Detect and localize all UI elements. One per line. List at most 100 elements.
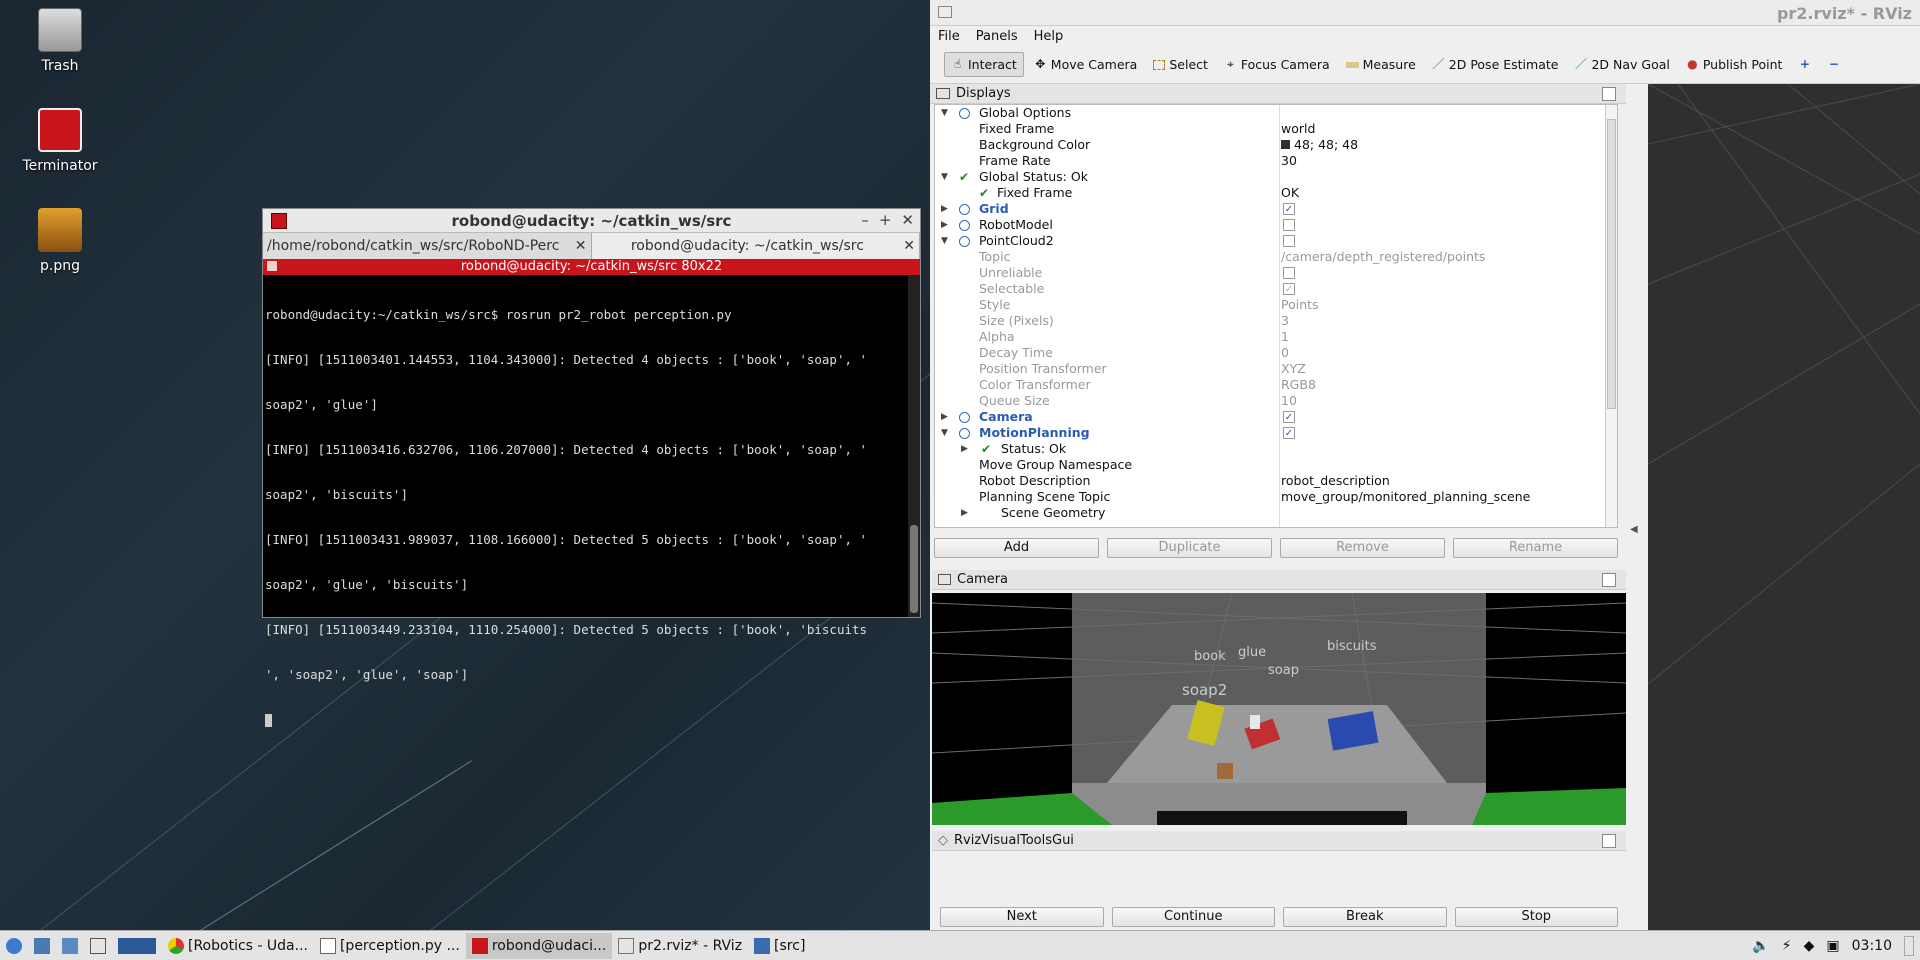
display-tree-row[interactable]: Move Group Namespace <box>935 457 1617 473</box>
display-tree-row[interactable]: ✔ Fixed Frame OK <box>935 185 1617 201</box>
property-value[interactable]: world <box>1281 121 1315 137</box>
add-button[interactable]: Add <box>934 538 1099 558</box>
property-value[interactable]: 10 <box>1281 393 1297 409</box>
display-tree-row[interactable]: Background Color 48; 48; 48 <box>935 137 1617 153</box>
pose-estimate-tool-button[interactable]: ／ 2D Pose Estimate <box>1426 53 1565 76</box>
collapsed-arrow-icon[interactable]: ▶ <box>941 217 948 233</box>
menu-panels[interactable]: Panels <box>976 29 1018 44</box>
launcher-window[interactable] <box>84 933 112 959</box>
clock[interactable]: 03:10 <box>1846 933 1898 959</box>
panel-splitter[interactable]: ◀ <box>1626 84 1648 930</box>
taskbar-item-editor[interactable]: [perception.py ... <box>314 933 466 959</box>
duplicate-button[interactable]: Duplicate <box>1107 538 1272 558</box>
close-icon[interactable]: ✕ <box>901 211 914 229</box>
enable-checkbox[interactable] <box>1283 219 1295 231</box>
display-tree-row[interactable]: Alpha 1 <box>935 329 1617 345</box>
display-tree-row[interactable]: Size (Pixels) 3 <box>935 313 1617 329</box>
display-tree-row[interactable]: Topic/camera/depth_registered/points <box>935 249 1617 265</box>
display-tree-row[interactable]: ▶ ✔ Status: Ok <box>935 441 1617 457</box>
collapsed-arrow-icon[interactable]: ▶ <box>941 409 948 425</box>
stop-button[interactable]: Stop <box>1454 907 1618 927</box>
collapsed-arrow-icon[interactable]: ▶ <box>961 505 968 521</box>
display-tree-row[interactable]: Color Transformer RGB8 <box>935 377 1617 393</box>
property-value[interactable]: robot_description <box>1281 473 1390 489</box>
break-button[interactable]: Break <box>1283 907 1447 927</box>
nav-goal-tool-button[interactable]: ／ 2D Nav Goal <box>1568 53 1675 76</box>
focus-camera-tool-button[interactable]: ⌖ Focus Camera <box>1218 53 1336 76</box>
select-tool-button[interactable]: Select <box>1147 53 1214 76</box>
display-tree-row[interactable]: ▶ Scene Geometry <box>935 505 1617 521</box>
collapsed-arrow-icon[interactable]: ▶ <box>961 441 968 457</box>
terminal-tab-2[interactable]: robond@udacity: ~/catkin_ws/src ✕ <box>591 233 920 259</box>
display-tree-row[interactable]: Decay Time 0 <box>935 345 1617 361</box>
undock-box[interactable] <box>1602 87 1616 101</box>
taskbar-item-rviz[interactable]: pr2.rviz* - RViz <box>612 933 748 959</box>
undock-box[interactable] <box>1602 834 1616 848</box>
close-tab-icon[interactable]: ✕ <box>903 238 915 254</box>
display-tree-row[interactable]: Robot Description robot_description <box>935 473 1617 489</box>
tray-power[interactable]: ⚡ <box>1776 933 1798 959</box>
next-button[interactable]: Next <box>940 907 1104 927</box>
tray-display[interactable]: ▣ <box>1820 933 1845 959</box>
display-tree-row[interactable]: ▶ Grid ✓ <box>935 201 1617 217</box>
publish-point-tool-button[interactable]: ● Publish Point <box>1680 53 1789 76</box>
property-value[interactable]: RGB8 <box>1281 377 1316 393</box>
3d-render-view[interactable] <box>1648 84 1920 930</box>
enable-checkbox[interactable] <box>1283 267 1295 279</box>
enable-checkbox[interactable]: ✓ <box>1283 411 1295 423</box>
display-tree-row[interactable]: ▼ PointCloud2 <box>935 233 1617 249</box>
remove-tool-button[interactable]: − <box>1821 54 1846 75</box>
remove-button[interactable]: Remove <box>1280 538 1445 558</box>
display-tree-row[interactable]: Planning Scene Topic move_group/monitored… <box>935 489 1617 505</box>
property-value[interactable]: Points <box>1281 297 1319 313</box>
display-tree-row[interactable]: ▶ RobotModel <box>935 217 1617 233</box>
display-tree-row[interactable]: Unreliable <box>935 265 1617 281</box>
enable-checkbox[interactable]: ✓ <box>1283 427 1295 439</box>
tray-network[interactable]: ◆ <box>1798 933 1821 959</box>
property-value[interactable]: move_group/monitored_planning_scene <box>1281 489 1530 505</box>
enable-checkbox[interactable] <box>1283 235 1295 247</box>
terminal-titlebar[interactable]: robond@udacity: ~/catkin_ws/src – + ✕ <box>263 209 920 233</box>
terminal-tab-1[interactable]: /home/robond/catkin_ws/src/RoboND-Perc ✕ <box>263 233 592 259</box>
property-value[interactable]: XYZ <box>1281 361 1306 377</box>
property-value[interactable]: 1 <box>1281 329 1289 345</box>
display-tree-row[interactable]: Fixed Frame world <box>935 121 1617 137</box>
display-tree-row[interactable]: Style Points <box>935 297 1617 313</box>
rename-button[interactable]: Rename <box>1453 538 1618 558</box>
undock-box[interactable] <box>1602 573 1616 587</box>
move-camera-tool-button[interactable]: ✥ Move Camera <box>1028 53 1144 76</box>
expanded-arrow-icon[interactable]: ▼ <box>941 105 948 121</box>
display-tree-row[interactable]: ▼ ✔ Global Status: Ok <box>935 169 1617 185</box>
expanded-arrow-icon[interactable]: ▼ <box>941 169 948 185</box>
trash-desktop-icon[interactable]: Trash <box>10 8 110 74</box>
show-desktop-button[interactable] <box>1898 933 1920 959</box>
minimize-icon[interactable]: – <box>861 211 869 229</box>
display-tree-row[interactable]: ▼ MotionPlanning ✓ <box>935 425 1617 441</box>
taskbar-item-browser[interactable]: [Robotics - Uda... <box>162 933 314 959</box>
collapsed-arrow-icon[interactable]: ▶ <box>941 201 948 217</box>
display-tree-row[interactable]: Position Transformer XYZ <box>935 361 1617 377</box>
display-tree-row[interactable]: Selectable ✓ <box>935 281 1617 297</box>
property-value[interactable]: 3 <box>1281 313 1289 329</box>
continue-button[interactable]: Continue <box>1111 907 1275 927</box>
display-tree-row[interactable]: ▶ Camera ✓ <box>935 409 1617 425</box>
property-value[interactable]: OK <box>1281 185 1299 201</box>
collapse-arrow-icon[interactable]: ◀ <box>1630 524 1638 535</box>
maximize-icon[interactable]: + <box>879 211 892 229</box>
displays-tree[interactable]: ▼ Global Options Fixed Frame world Backgroun… <box>934 104 1618 528</box>
property-value[interactable]: 0 <box>1281 345 1289 361</box>
measure-tool-button[interactable]: Measure <box>1340 53 1422 76</box>
launcher-files[interactable] <box>28 933 56 959</box>
terminal-scrollbar[interactable] <box>908 275 920 617</box>
terminator-desktop-icon[interactable]: Terminator <box>10 108 110 174</box>
terminal-output[interactable]: robond@udacity:~/catkin_ws/src$ rosrun p… <box>263 275 908 727</box>
launcher-desktop[interactable] <box>112 933 162 959</box>
menu-help[interactable]: Help <box>1034 29 1064 44</box>
terminal-window[interactable]: robond@udacity: ~/catkin_ws/src – + ✕ /h… <box>262 208 921 727</box>
interact-tool-button[interactable]: ☝ Interact <box>944 52 1024 77</box>
rviz-titlebar[interactable]: pr2.rviz* - RViz <box>930 0 1920 26</box>
start-menu-button[interactable] <box>0 933 28 959</box>
taskbar-item-folder[interactable]: [src] <box>748 933 811 959</box>
property-value[interactable]: 30 <box>1281 153 1297 169</box>
launcher-settings[interactable] <box>56 933 84 959</box>
